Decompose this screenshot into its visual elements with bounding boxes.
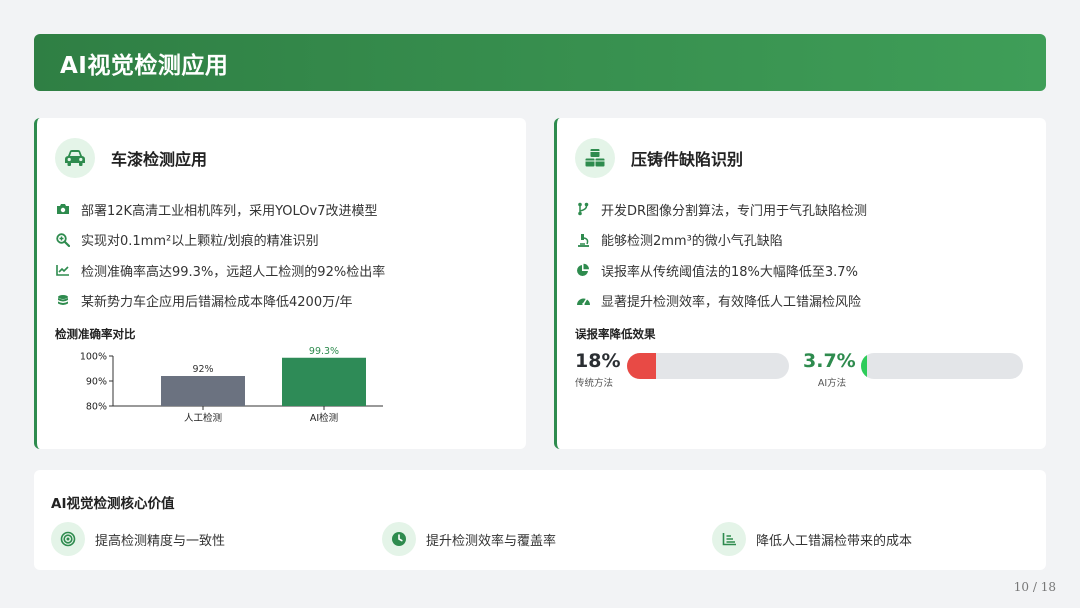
list-item: 显著提升检测效率，有效降低人工错漏检风险 xyxy=(575,286,867,317)
zoom-icon xyxy=(55,232,71,248)
list-item: 检测准确率高达99.3%，远超人工检测的92%检出率 xyxy=(55,255,385,286)
data-label: 99.3% xyxy=(309,346,339,357)
y-tick-label: 100% xyxy=(80,352,107,363)
branch-icon xyxy=(575,201,591,217)
core-value-title: AI视觉检测核心价值 xyxy=(51,496,175,512)
data-label: 92% xyxy=(192,364,213,375)
car-icon xyxy=(55,138,95,178)
progress-fill xyxy=(861,353,867,379)
page-number: 10 / 18 xyxy=(1013,580,1056,594)
value-item-cost: 降低人工错漏检带来的成本 xyxy=(712,522,912,556)
list-item: 实现对0.1mm²以上颗粒/划痕的精准识别 xyxy=(55,225,385,256)
progress-track xyxy=(627,353,789,379)
progress-fill xyxy=(627,353,657,379)
bar xyxy=(161,376,245,406)
y-tick-label: 80% xyxy=(86,402,107,413)
clock-icon xyxy=(382,522,416,556)
core-value-card: AI视觉检测核心价值 提高检测精度与一致性 提升检测效率与覆盖率 降低人工错漏检… xyxy=(34,470,1046,570)
die-casting-card: 压铸件缺陷识别 开发DR图像分割算法，专门用于气孔缺陷检测 能够检测2mm³的微… xyxy=(554,118,1046,449)
progress-track xyxy=(861,353,1023,379)
progress-caption: AI方法 xyxy=(817,378,847,389)
value-item-text: 降低人工错漏检带来的成本 xyxy=(756,533,913,549)
list-item: 误报率从传统阈值法的18%大幅降低至3.7% xyxy=(575,255,867,286)
value-item-text: 提高检测精度与一致性 xyxy=(95,533,226,549)
bar-list-icon xyxy=(712,522,746,556)
cubes-icon xyxy=(575,138,615,178)
progress-value: 18% xyxy=(575,350,621,372)
value-item-precision: 提高检测精度与一致性 xyxy=(51,522,225,556)
list-item: 开发DR图像分割算法，专门用于气孔缺陷检测 xyxy=(575,194,867,225)
feature-list: 开发DR图像分割算法，专门用于气孔缺陷检测 能够检测2mm³的微小气孔缺陷 误报… xyxy=(575,194,867,316)
camera-icon xyxy=(55,201,71,217)
list-item: 部署12K高清工业相机阵列，采用YOLOv7改进模型 xyxy=(55,194,385,225)
page-title: AI视觉检测应用 xyxy=(60,52,229,79)
bar xyxy=(282,357,366,406)
progress-traditional: 18% 传统方法 xyxy=(575,350,789,389)
microscope-icon xyxy=(575,232,591,248)
x-tick-label: AI检测 xyxy=(310,412,338,424)
chart-label: 检测准确率对比 xyxy=(55,327,136,341)
x-tick-label: 人工检测 xyxy=(184,412,222,424)
progress-ai: 3.7% AI方法 xyxy=(803,350,1023,389)
car-paint-card: 车漆检测应用 部署12K高清工业相机阵列，采用YOLOv7改进模型 实现对0.1… xyxy=(34,118,526,449)
card-title: 车漆检测应用 xyxy=(111,150,208,169)
pie-icon xyxy=(575,262,591,278)
accuracy-bar-chart: 80% 90% 100% 92% 人工检测 99.3% AI检测 xyxy=(80,346,383,424)
value-item-text: 提升检测效率与覆盖率 xyxy=(426,533,557,549)
line-chart-icon xyxy=(55,262,71,278)
target-icon xyxy=(51,522,85,556)
progress-value: 3.7% xyxy=(803,350,856,372)
y-tick-label: 90% xyxy=(86,377,107,388)
list-item: 能够检测2mm³的微小气孔缺陷 xyxy=(575,225,867,256)
coins-icon xyxy=(55,293,71,309)
card-title: 压铸件缺陷识别 xyxy=(631,150,744,169)
value-item-efficiency: 提升检测效率与覆盖率 xyxy=(382,522,556,556)
progress-caption: 传统方法 xyxy=(575,378,614,389)
list-item: 某新势力车企应用后错漏检成本降低4200万/年 xyxy=(55,286,385,317)
card-header: 车漆检测应用 xyxy=(55,138,207,178)
page-header: AI视觉检测应用 xyxy=(34,34,1046,91)
card-header: 压铸件缺陷识别 xyxy=(575,138,743,178)
progress-label: 误报率降低效果 xyxy=(575,327,656,341)
feature-list: 部署12K高清工业相机阵列，采用YOLOv7改进模型 实现对0.1mm²以上颗粒… xyxy=(55,194,385,316)
gauge-icon xyxy=(575,293,591,309)
